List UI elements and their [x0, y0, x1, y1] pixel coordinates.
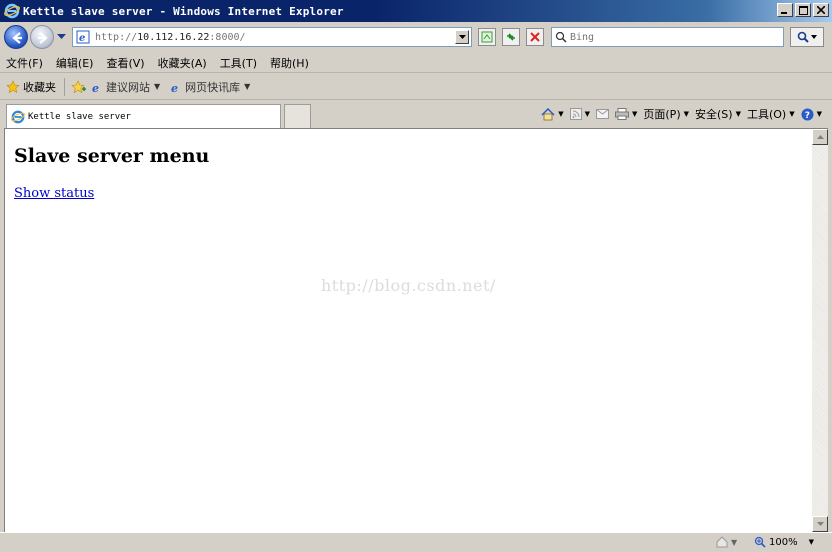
separator [64, 77, 65, 96]
stop-button[interactable] [526, 28, 544, 46]
ie-logo-icon [11, 110, 25, 123]
watermark: http://blog.csdn.net/ [321, 276, 496, 295]
home-button[interactable]: ▼ [541, 107, 564, 121]
menu-view[interactable]: 查看(V) [106, 55, 144, 71]
feeds-button[interactable]: ▼ [569, 108, 590, 120]
window-title: Kettle slave server - Windows Internet E… [23, 4, 344, 18]
favorites-label[interactable]: 收藏夹 [23, 79, 56, 95]
search-icon [797, 31, 809, 43]
menu-bar: 文件(F) 编辑(E) 查看(V) 收藏夹(A) 工具(T) 帮助(H) [0, 53, 832, 73]
search-box[interactable] [551, 27, 784, 47]
chevron-down-icon [816, 522, 824, 526]
zoom-icon [754, 536, 766, 548]
page-menu-button[interactable]: 页面(P) ▼ [643, 106, 689, 122]
new-tab-button[interactable] [284, 104, 311, 128]
home-icon [541, 107, 555, 120]
rss-feed-icon [569, 108, 582, 120]
help-button[interactable]: ? ▼ [801, 108, 822, 121]
ie-page-icon: e [92, 82, 99, 93]
back-button[interactable] [4, 25, 28, 49]
menu-favorites[interactable]: 收藏夹(A) [158, 55, 207, 71]
close-button[interactable] [813, 3, 829, 17]
page-heading: Slave server menu [14, 145, 210, 167]
address-url[interactable]: http://10.112.16.22:8000/ [95, 32, 246, 43]
security-zone[interactable]: ▼ [716, 536, 737, 548]
scroll-up-button[interactable] [812, 129, 828, 145]
menu-file[interactable]: 文件(F) [6, 55, 43, 71]
read-mail-button[interactable] [596, 109, 609, 119]
zone-icon [716, 536, 728, 548]
favorites-bar: 收藏夹 e 建议网站 ▼ e 网页快讯库 ▼ [0, 74, 832, 100]
chevron-down-icon [811, 35, 817, 39]
menu-edit[interactable]: 编辑(E) [56, 55, 94, 71]
fav-link-suggested-sites[interactable]: e 建议网站 ▼ [91, 79, 160, 95]
address-bar[interactable]: e http://10.112.16.22:8000/ [72, 27, 472, 47]
svg-text:e: e [171, 82, 178, 93]
search-provider-icon [555, 31, 567, 43]
svg-text:e: e [79, 33, 85, 44]
refresh-icon [507, 33, 515, 41]
recent-pages-dropdown-icon[interactable] [57, 34, 66, 40]
safety-menu-button[interactable]: 安全(S) ▼ [695, 106, 741, 122]
stop-icon [530, 32, 540, 42]
add-to-favorites-icon[interactable] [71, 79, 87, 94]
menu-help[interactable]: 帮助(H) [270, 55, 309, 71]
tab-row: Kettle slave server ▼ ▼ ▼ 页面(P) ▼ 安全(S) ▼ … [0, 101, 832, 128]
page-icon: e [76, 30, 90, 44]
command-bar: ▼ ▼ ▼ 页面(P) ▼ 安全(S) ▼ 工具(O) ▼ ? ▼ [541, 106, 822, 122]
title-bar: Kettle slave server - Windows Internet E… [0, 0, 832, 22]
svg-text:e: e [92, 82, 99, 93]
forward-arrow-icon [38, 32, 48, 44]
ie-logo-icon [4, 3, 20, 19]
maximize-icon [798, 5, 808, 15]
zoom-level-button[interactable]: 100% ▼ [754, 536, 814, 548]
minimize-icon [781, 12, 787, 14]
vertical-scrollbar[interactable] [812, 128, 828, 532]
fav-link-web-slice-gallery[interactable]: e 网页快讯库 ▼ [170, 79, 250, 95]
ie-page-icon: e [171, 82, 178, 93]
navigation-bar: e http://10.112.16.22:8000/ [0, 22, 832, 52]
close-icon [817, 6, 825, 14]
print-button[interactable]: ▼ [615, 108, 637, 120]
minimize-button[interactable] [777, 3, 793, 17]
show-status-link[interactable]: Show status [14, 186, 94, 201]
printer-icon [615, 108, 629, 120]
search-input[interactable] [570, 31, 770, 43]
mail-icon [596, 109, 609, 119]
favorites-star-icon[interactable] [6, 79, 20, 94]
refresh-button[interactable] [502, 28, 520, 46]
scroll-down-button[interactable] [812, 516, 828, 532]
tab-kettle-slave-server[interactable]: Kettle slave server [6, 104, 281, 128]
compatibility-view-button[interactable] [478, 28, 496, 46]
chevron-up-icon [816, 135, 824, 139]
address-dropdown-button[interactable] [455, 30, 469, 44]
svg-text:?: ? [804, 111, 809, 121]
page-content: Slave server menu Show status http://blo… [4, 128, 812, 532]
help-icon: ? [801, 108, 814, 121]
tools-menu-button[interactable]: 工具(O) ▼ [747, 106, 795, 122]
compatibility-icon [481, 31, 493, 43]
menu-tools[interactable]: 工具(T) [220, 55, 257, 71]
forward-button[interactable] [30, 25, 54, 49]
back-arrow-icon [12, 32, 22, 44]
maximize-button[interactable] [795, 3, 811, 17]
search-button[interactable] [790, 27, 824, 47]
chevron-down-icon [458, 35, 466, 39]
status-bar: ▼ 100% ▼ [0, 532, 832, 552]
tab-title: Kettle slave server [28, 111, 131, 122]
